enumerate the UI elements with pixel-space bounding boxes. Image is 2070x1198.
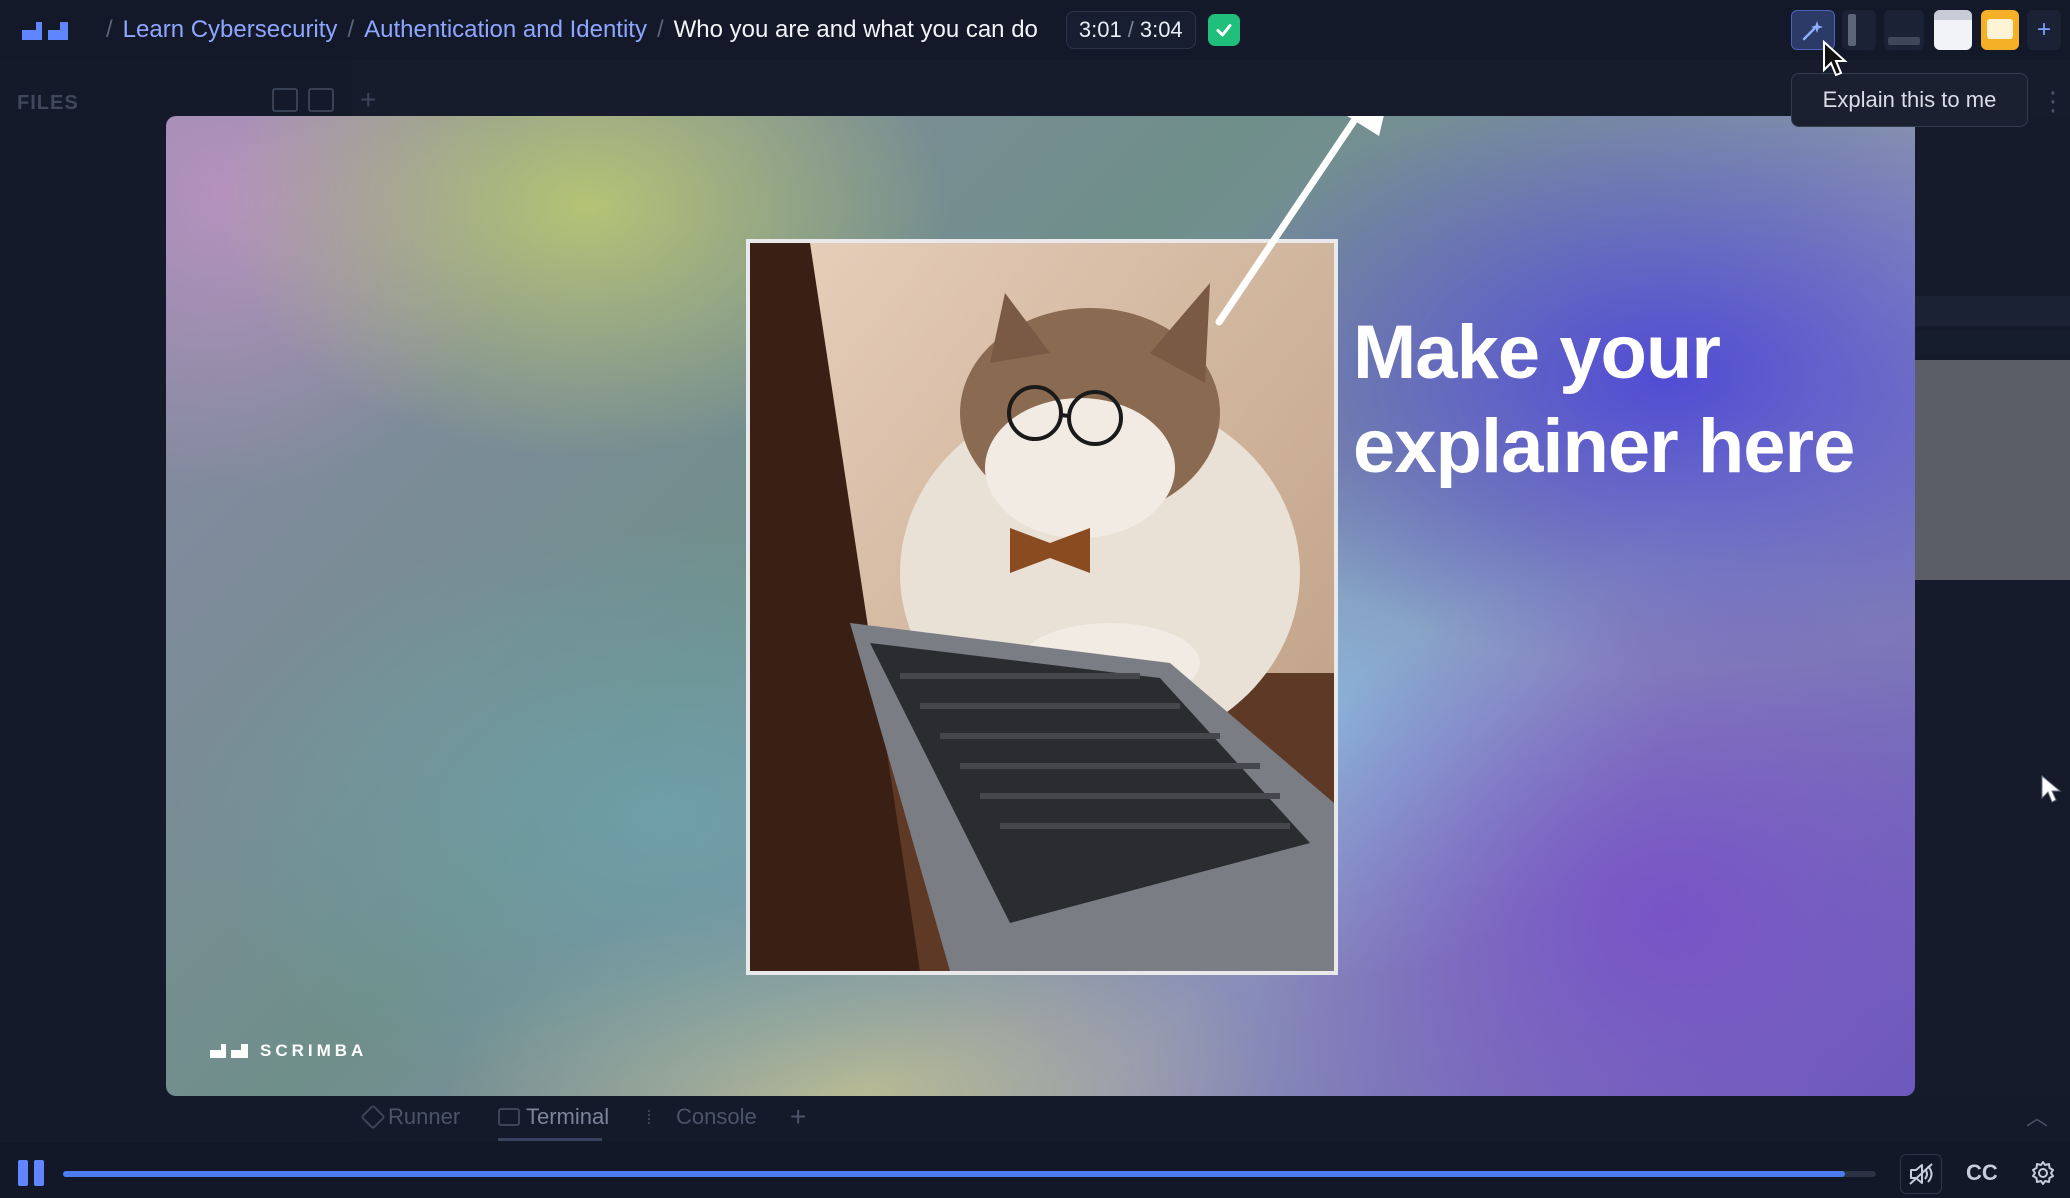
add-panel-button[interactable]: +: [2027, 10, 2061, 50]
tab-runner-label: Runner: [388, 1104, 461, 1129]
settings-icon[interactable]: [2030, 1160, 2056, 1186]
explain-tooltip: Explain this to me: [1791, 73, 2028, 127]
breadcrumb-separator: /: [656, 16, 664, 43]
video-headline-line-1: Make your: [1353, 310, 1721, 395]
progress-fill: [63, 1171, 1846, 1177]
pause-icon: [34, 1160, 44, 1186]
video-watermark: SCRIMBA: [210, 1041, 367, 1061]
pause-button[interactable]: [18, 1160, 44, 1186]
tab-terminal-label: Terminal: [526, 1104, 610, 1129]
terminal-icon: [498, 1108, 520, 1126]
editor-panel-subheader: [1914, 330, 2070, 354]
progress-bar[interactable]: [63, 1171, 1876, 1177]
timer-separator: /: [1127, 17, 1134, 42]
brand-text: SCRIMBA: [260, 1041, 368, 1060]
active-tab-indicator: [498, 1138, 602, 1141]
chevron-up-icon[interactable]: ︿: [2026, 1100, 2048, 1132]
mute-button[interactable]: [1900, 1154, 1942, 1194]
console-tab-bar: [352, 1096, 2070, 1142]
pointer-arrow: [1215, 116, 1384, 326]
tab-runner[interactable]: Runner: [360, 1100, 461, 1134]
timer-elapsed: 3:01: [1078, 17, 1122, 42]
video-headline-line-2: explainer here: [1353, 404, 1855, 489]
tab-console[interactable]: Console: [648, 1100, 757, 1134]
add-console-tab-button[interactable]: +: [790, 1100, 806, 1134]
breadcrumb: / Learn Cybersecurity / Authentication a…: [96, 0, 1240, 60]
editor-panel-header: [1914, 296, 2070, 326]
files-label: FILES: [17, 92, 79, 114]
breadcrumb-course-link[interactable]: Learn Cybersecurity: [123, 16, 338, 44]
cursor-icon: [2041, 774, 2062, 803]
video-frame[interactable]: Make your explainer here SCRIMBA: [166, 116, 1915, 1096]
tab-terminal[interactable]: Terminal: [498, 1100, 609, 1134]
browser-icon[interactable]: [1934, 10, 1972, 50]
breadcrumb-separator: /: [106, 16, 113, 43]
player-bar: [0, 1142, 2070, 1198]
new-file-icon[interactable]: [272, 88, 298, 112]
new-folder-icon[interactable]: [308, 88, 334, 112]
lesson-timer: 3:01 / 3:04: [1065, 11, 1196, 49]
timer-total: 3:04: [1139, 17, 1183, 42]
captions-button[interactable]: CC: [1966, 1160, 1998, 1186]
add-file-tab-button[interactable]: +: [360, 84, 376, 116]
breadcrumb-separator: /: [347, 16, 355, 43]
console-icon: [648, 1108, 670, 1126]
slides-icon[interactable]: [1981, 10, 2019, 50]
breadcrumb-module-link[interactable]: Authentication and Identity: [364, 16, 647, 44]
more-options-icon[interactable]: ⋮: [2040, 86, 2066, 117]
scrimba-logo-icon[interactable]: [22, 22, 68, 40]
mute-icon: [1909, 1163, 1933, 1185]
pause-icon: [18, 1160, 28, 1186]
video-headline: Make your explainer here: [1353, 306, 1893, 494]
lesson-complete-badge[interactable]: [1207, 14, 1240, 46]
scrimba-logo-icon: [210, 1044, 248, 1058]
runner-icon: [360, 1104, 386, 1130]
cursor-icon: [1823, 40, 1848, 77]
editor-preview-area: [1914, 360, 2070, 580]
split-horizontal-icon[interactable]: [1884, 10, 1924, 50]
top-bar: / Learn Cybersecurity / Authentication a…: [0, 0, 2070, 60]
check-icon: [1216, 24, 1232, 37]
page-title: Who you are and what you can do: [673, 16, 1038, 43]
tab-console-label: Console: [676, 1104, 757, 1129]
